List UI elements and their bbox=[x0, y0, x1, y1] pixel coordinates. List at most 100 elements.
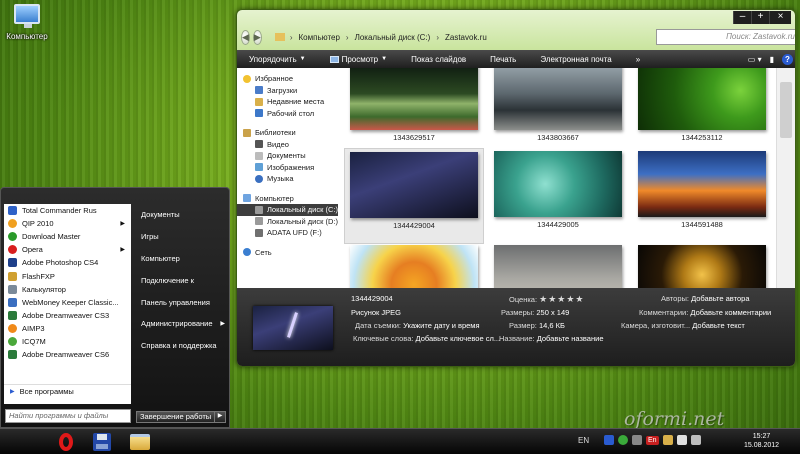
details-rating: Оценка: ★★★★★ bbox=[509, 294, 585, 305]
network-icon[interactable] bbox=[690, 435, 701, 445]
keywords-label: Ключевые слова: bbox=[353, 334, 414, 343]
file-tile[interactable] bbox=[344, 245, 484, 288]
preview-pane-icon[interactable]: ▮ bbox=[770, 55, 774, 64]
search-input[interactable]: Поиск: Zastavok.ru bbox=[655, 29, 795, 45]
email-button[interactable]: Электронная почта bbox=[528, 55, 623, 64]
organize-label: Упорядочить bbox=[249, 54, 297, 64]
start-item-computer[interactable]: Компьютер bbox=[134, 248, 229, 270]
file-tile[interactable] bbox=[632, 245, 772, 288]
date-value[interactable]: Укажите дату и время bbox=[403, 321, 479, 330]
keywords-value[interactable]: Добавьте ключевое сл... bbox=[416, 334, 501, 343]
comments-value[interactable]: Добавьте комментарии bbox=[690, 308, 771, 317]
authors-value[interactable]: Добавьте автора bbox=[691, 294, 749, 303]
close-button[interactable]: × bbox=[769, 11, 791, 24]
start-item-documents[interactable]: Документы bbox=[134, 204, 229, 226]
file-tile[interactable]: 1344253112 bbox=[632, 68, 772, 142]
tray-app-icon[interactable] bbox=[604, 435, 614, 445]
shutdown-label: Завершение работы bbox=[140, 412, 212, 421]
volume-icon[interactable] bbox=[676, 435, 687, 445]
tray-app-icon[interactable] bbox=[662, 435, 673, 445]
title-value[interactable]: Добавьте название bbox=[537, 334, 604, 343]
maximize-button[interactable]: + bbox=[751, 11, 769, 24]
forward-button[interactable]: ▶ bbox=[252, 29, 262, 45]
breadcrumb[interactable]: › Компьютер › Локальный диск (C:) › Zast… bbox=[271, 29, 636, 46]
file-tile[interactable]: 1344591488 bbox=[632, 151, 772, 229]
details-pane: 1344429004 Рисунок JPEG Дата съемки: Ука… bbox=[237, 288, 795, 366]
start-program-item[interactable]: QIP 2010 ▶ bbox=[4, 217, 131, 230]
nav-item-downloads[interactable]: Загрузки bbox=[237, 85, 338, 97]
clock[interactable]: 15:27 15.08.2012 bbox=[744, 432, 779, 450]
back-button[interactable]: ◀ bbox=[241, 29, 250, 45]
start-program-item[interactable]: ICQ7M bbox=[4, 335, 131, 348]
start-item-administration[interactable]: Администрирование ▶ bbox=[134, 313, 229, 335]
nav-item-desktop[interactable]: Рабочий стол bbox=[237, 108, 338, 120]
size-label: Размер: bbox=[509, 321, 537, 330]
dreamweaver-icon bbox=[8, 310, 17, 320]
nav-item-video[interactable]: Видео bbox=[237, 139, 338, 151]
breadcrumb-item[interactable]: Локальный диск (C:) bbox=[355, 33, 431, 42]
start-item-connect-to[interactable]: Подключение к bbox=[134, 269, 229, 291]
vertical-scrollbar[interactable] bbox=[776, 68, 795, 288]
change-view-icon[interactable]: ▭ ▾ bbox=[748, 55, 762, 64]
nav-item-documents[interactable]: Документы bbox=[237, 150, 338, 162]
network-icon bbox=[243, 248, 251, 257]
shutdown-button[interactable]: Завершение работы ▶ bbox=[136, 411, 226, 423]
taskbar-explorer-button[interactable] bbox=[122, 430, 158, 454]
breadcrumb-item[interactable]: Zastavok.ru bbox=[445, 33, 487, 42]
nav-item-images[interactable]: Изображения bbox=[237, 162, 338, 174]
file-tile[interactable] bbox=[488, 245, 628, 288]
nav-item-libraries[interactable]: Библиотеки bbox=[237, 127, 338, 139]
music-icon bbox=[255, 174, 263, 183]
start-program-item[interactable]: Adobe Dreamweaver CS3 bbox=[4, 309, 131, 322]
scrollbar-thumb[interactable] bbox=[780, 82, 792, 138]
rating-stars[interactable]: ★★★★★ bbox=[539, 294, 584, 304]
thumbnail-image bbox=[350, 152, 478, 218]
chevron-right-icon[interactable]: ▶ bbox=[214, 411, 225, 423]
start-search-input[interactable]: Найти программы и файлы bbox=[5, 409, 131, 423]
minimize-button[interactable]: – bbox=[733, 11, 751, 24]
language-indicator[interactable]: EN bbox=[578, 436, 589, 445]
start-item-control-panel[interactable]: Панель управления bbox=[134, 291, 229, 313]
file-tile[interactable]: 1344429005 bbox=[488, 151, 628, 229]
print-button[interactable]: Печать bbox=[478, 55, 528, 64]
start-program-item[interactable]: Opera ▶ bbox=[4, 243, 131, 256]
start-program-item[interactable]: Калькулятор bbox=[4, 283, 131, 296]
start-program-item[interactable]: WebMoney Keeper Classic... bbox=[4, 296, 131, 309]
start-item-help[interactable]: Справка и поддержка bbox=[134, 335, 229, 357]
help-icon[interactable]: ? bbox=[782, 53, 793, 65]
file-tile-selected[interactable]: 1344429004 bbox=[344, 148, 484, 244]
start-item-games[interactable]: Игры bbox=[134, 226, 229, 248]
nav-item-music[interactable]: Музыка bbox=[237, 173, 338, 185]
nav-item-usb[interactable]: ADATA UFD (F:) bbox=[237, 227, 338, 239]
start-program-item[interactable]: AIMP3 bbox=[4, 322, 131, 335]
tray-app-icon[interactable] bbox=[632, 435, 642, 445]
desktop-icon-computer[interactable]: Компьютер bbox=[4, 4, 50, 41]
nav-item-local-d[interactable]: Локальный диск (D:) bbox=[237, 216, 338, 228]
more-button[interactable]: » bbox=[624, 55, 652, 64]
start-program-item[interactable]: Download Master bbox=[4, 230, 131, 243]
explorer-window: – + × ◀ ▶ › Компьютер › Локальный диск (… bbox=[236, 9, 796, 367]
taskbar-save-button[interactable] bbox=[84, 430, 120, 454]
file-tile[interactable]: 1343629517 bbox=[344, 68, 484, 142]
start-programs-list: Total Commander Rus QIP 2010 ▶ Download M… bbox=[4, 204, 131, 404]
start-program-item[interactable]: Adobe Photoshop CS4 bbox=[4, 256, 131, 269]
view-button[interactable]: Просмотр ▼ bbox=[318, 55, 400, 64]
file-tile[interactable]: 1343803667 bbox=[488, 68, 628, 142]
taskbar-opera-button[interactable] bbox=[48, 430, 84, 454]
breadcrumb-item[interactable]: Компьютер bbox=[299, 33, 340, 42]
start-program-item[interactable]: FlashFXP bbox=[4, 269, 131, 282]
star-icon bbox=[243, 74, 251, 83]
all-programs-button[interactable]: ▶ Все программы bbox=[4, 384, 131, 398]
nav-item-local-c[interactable]: Локальный диск (C:) bbox=[237, 204, 338, 216]
start-program-item[interactable]: Adobe Dreamweaver CS6 bbox=[4, 348, 131, 361]
nav-item-network[interactable]: Сеть bbox=[237, 247, 338, 259]
slideshow-button[interactable]: Показ слайдов bbox=[399, 55, 478, 64]
camera-value[interactable]: Добавьте текст bbox=[692, 321, 745, 330]
nav-item-recent[interactable]: Недавние места bbox=[237, 96, 338, 108]
organize-button[interactable]: Упорядочить ▼ bbox=[237, 55, 318, 64]
tray-icq-icon[interactable] bbox=[618, 435, 628, 445]
tray-lang-icon[interactable]: En bbox=[646, 435, 659, 445]
start-program-item[interactable]: Total Commander Rus bbox=[4, 204, 131, 217]
nav-item-computer[interactable]: Компьютер bbox=[237, 193, 338, 205]
nav-item-favorites[interactable]: Избранное bbox=[237, 73, 338, 85]
